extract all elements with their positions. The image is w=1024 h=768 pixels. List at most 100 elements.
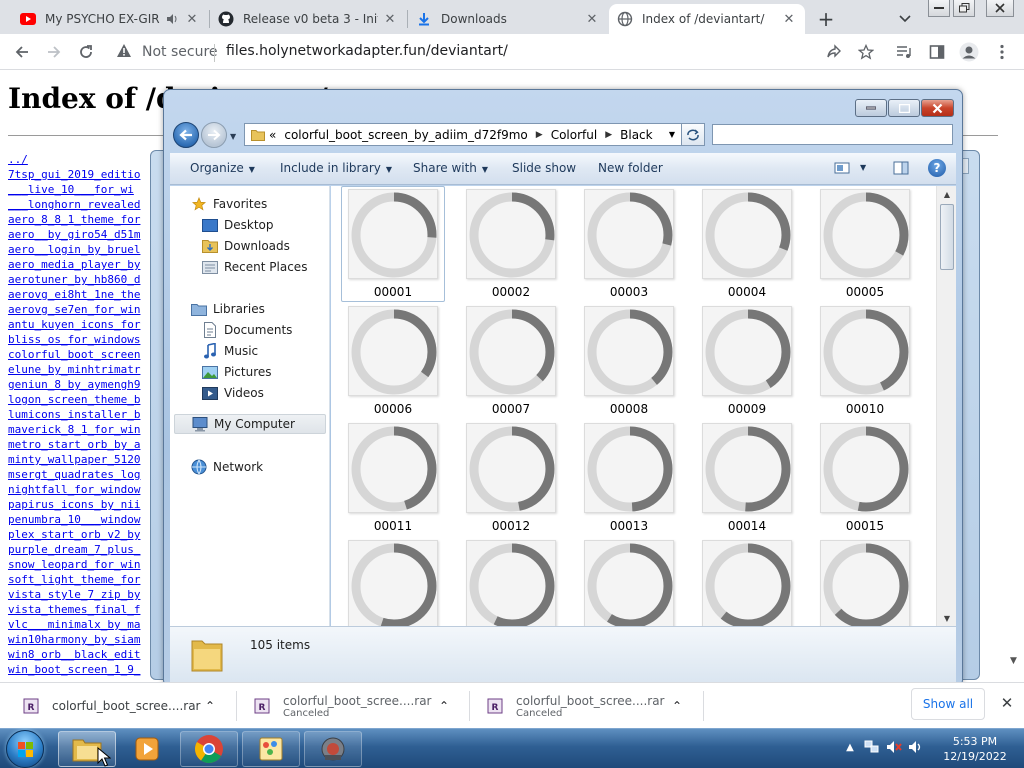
- parent-directory-link[interactable]: ../: [8, 152, 168, 167]
- change-view-icon[interactable]: [834, 161, 850, 178]
- breadcrumb-item[interactable]: colorful_boot_screen_by_adiim_d72f9mo: [284, 128, 527, 142]
- forward-button[interactable]: [42, 40, 66, 64]
- speaker-tray-icon[interactable]: [908, 739, 924, 755]
- volume-muted-icon[interactable]: [886, 739, 902, 755]
- include-in-library-menu[interactable]: Include in library ▼: [280, 161, 392, 175]
- file-link[interactable]: nightfall_for_window: [8, 482, 168, 497]
- tab-close-icon[interactable]: ✕: [781, 11, 797, 27]
- window-minimize-button[interactable]: [928, 0, 950, 17]
- file-link[interactable]: maverick_8_1_for_win: [8, 422, 168, 437]
- breadcrumb-chevron-icon[interactable]: ▶: [536, 130, 543, 140]
- file-link[interactable]: aerovg_se7en_for_win: [8, 302, 168, 317]
- file-link[interactable]: aero__by_giro54_d51m: [8, 227, 168, 242]
- tab-index-deviantart[interactable]: Index of /deviantart/ ✕: [609, 4, 805, 34]
- file-link[interactable]: antu_kuyen_icons_for: [8, 317, 168, 332]
- nav-favorites[interactable]: Favorites: [191, 194, 267, 214]
- explorer-close-button[interactable]: [921, 99, 954, 117]
- nav-network[interactable]: Network: [191, 457, 263, 477]
- nav-libraries[interactable]: Libraries: [191, 299, 265, 319]
- share-icon[interactable]: [822, 40, 846, 64]
- window-close-button[interactable]: [986, 0, 1014, 17]
- file-link[interactable]: aero_media_player_by: [8, 257, 168, 272]
- file-link[interactable]: win10harmony_by_siam: [8, 632, 168, 647]
- site-info[interactable]: Not secure: [116, 43, 218, 61]
- tab-close-icon[interactable]: ✕: [184, 11, 200, 27]
- download-options-chevron-icon[interactable]: ⌃: [205, 683, 215, 729]
- file-link[interactable]: ___live_10___for_wi: [8, 182, 168, 197]
- download-item[interactable]: R colorful_boot_scree....rar Canceled: [254, 683, 431, 729]
- media-controls-icon[interactable]: [892, 40, 916, 64]
- nav-downloads[interactable]: Downloads: [202, 236, 290, 256]
- tab-youtube[interactable]: My PSYCHO EX-GIRL ✕: [12, 4, 208, 34]
- scrollbar-thumb[interactable]: [940, 204, 954, 270]
- speaker-icon[interactable]: [164, 11, 180, 27]
- breadcrumb-chevron-icon[interactable]: ▶: [605, 130, 612, 140]
- nav-pictures[interactable]: Pictures: [202, 362, 272, 382]
- explorer-scrollbar[interactable]: ▲ ▼: [936, 186, 956, 626]
- preview-pane-icon[interactable]: [893, 160, 909, 179]
- tab-close-icon[interactable]: ✕: [584, 11, 600, 27]
- file-link[interactable]: minty_wallpaper_5120: [8, 452, 168, 467]
- organize-menu[interactable]: Organize ▼: [190, 161, 255, 175]
- url-input[interactable]: files.holynetworkadapter.fun/deviantart/: [226, 43, 508, 59]
- file-link[interactable]: colorful_boot_screen: [8, 347, 168, 362]
- file-link[interactable]: penumbra_10___window: [8, 512, 168, 527]
- tab-github[interactable]: Release v0 beta 3 - Initial ✕: [210, 4, 406, 34]
- nav-desktop[interactable]: Desktop: [202, 215, 274, 235]
- file-link[interactable]: vlc___minimalx_by_ma: [8, 617, 168, 632]
- file-link[interactable]: purple_dream_7_plus_: [8, 542, 168, 557]
- side-panel-icon[interactable]: [925, 40, 949, 64]
- scroll-up-arrow-icon[interactable]: ▲: [937, 186, 957, 202]
- show-hidden-icons-icon[interactable]: ▲: [842, 739, 858, 755]
- network-tray-icon[interactable]: [864, 739, 880, 755]
- window-restore-button[interactable]: [953, 0, 975, 17]
- show-all-downloads-button[interactable]: Show all: [911, 688, 985, 720]
- download-options-chevron-icon[interactable]: ⌃: [439, 683, 449, 729]
- file-link[interactable]: ___longhorn_revealed: [8, 197, 168, 212]
- taskbar-media-player[interactable]: [118, 731, 176, 767]
- recent-locations-dropdown-icon[interactable]: ▼: [230, 132, 236, 141]
- file-link[interactable]: aero__login_by_bruel: [8, 242, 168, 257]
- help-icon[interactable]: ?: [928, 159, 946, 177]
- file-link[interactable]: vista_themes_final_f: [8, 602, 168, 617]
- download-item[interactable]: R colorful_boot_scree....rar Canceled: [487, 683, 664, 729]
- file-link[interactable]: papirus_icons_by_nii: [8, 497, 168, 512]
- nav-my-computer[interactable]: My Computer: [174, 414, 326, 434]
- nav-videos[interactable]: Videos: [202, 383, 264, 403]
- explorer-search-input[interactable]: [712, 124, 953, 145]
- taskbar-app[interactable]: [304, 731, 362, 767]
- file-link[interactable]: geniun_8_by_aymengh9: [8, 377, 168, 392]
- file-link[interactable]: bliss_os_for_windows: [8, 332, 168, 347]
- refresh-button[interactable]: [681, 123, 705, 146]
- explorer-address-bar[interactable]: « colorful_boot_screen_by_adiim_d72f9mo …: [244, 123, 682, 146]
- explorer-back-button[interactable]: [173, 122, 199, 148]
- explorer-forward-button[interactable]: [201, 122, 227, 148]
- share-with-menu[interactable]: Share with ▼: [413, 161, 488, 175]
- view-dropdown-icon[interactable]: ▼: [860, 163, 866, 172]
- file-link[interactable]: 7tsp_gui_2019_editio: [8, 167, 168, 182]
- file-link[interactable]: aerovg_ei8ht_1ne_the: [8, 287, 168, 302]
- explorer-maximize-button[interactable]: [888, 99, 920, 117]
- download-options-chevron-icon[interactable]: ⌃: [672, 683, 682, 729]
- file-link[interactable]: win_boot_screen_1_9_: [8, 662, 168, 677]
- file-link[interactable]: logon_screen_theme_b: [8, 392, 168, 407]
- back-button[interactable]: [10, 40, 34, 64]
- nav-recent-places[interactable]: Recent Places: [202, 257, 307, 277]
- file-link[interactable]: win8_orb__black_edit: [8, 647, 168, 662]
- taskbar-chrome[interactable]: [180, 731, 238, 767]
- breadcrumb-overflow[interactable]: «: [269, 128, 276, 142]
- file-link[interactable]: lumicons_installer_b: [8, 407, 168, 422]
- chrome-menu-icon[interactable]: [990, 40, 1014, 64]
- taskbar-clock[interactable]: 5:53 PM 12/19/2022: [940, 734, 1010, 764]
- file-link[interactable]: metro_start_orb_by_a: [8, 437, 168, 452]
- start-button[interactable]: [6, 730, 44, 768]
- reload-button[interactable]: [74, 40, 98, 64]
- download-item[interactable]: R colorful_boot_scree....rar: [23, 683, 200, 729]
- new-folder-button[interactable]: New folder: [598, 161, 663, 175]
- scroll-down-arrow-icon[interactable]: ▼: [937, 610, 957, 626]
- file-link[interactable]: snow_leopard_for_win: [8, 557, 168, 572]
- tab-downloads[interactable]: Downloads ✕: [408, 4, 608, 34]
- bookmark-star-icon[interactable]: [854, 40, 878, 64]
- breadcrumb-item[interactable]: Black: [620, 128, 652, 142]
- file-link[interactable]: msergt_quadrates_log: [8, 467, 168, 482]
